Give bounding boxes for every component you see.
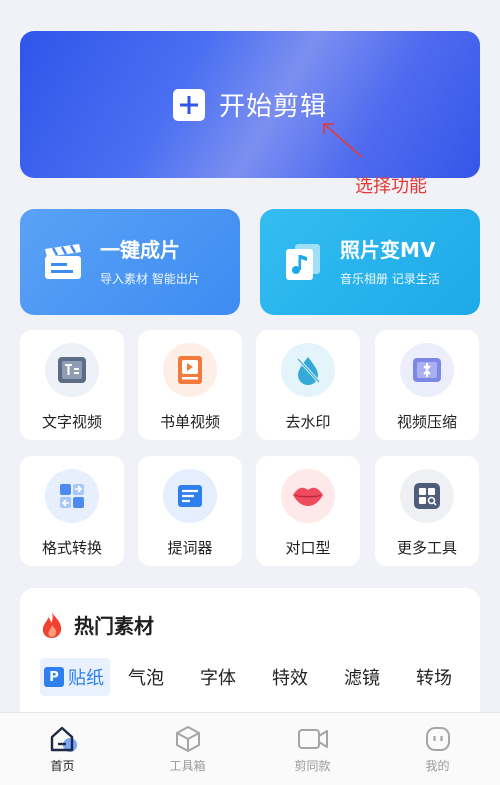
nav-label: 首页 bbox=[50, 759, 75, 773]
tool-label: 文字视频 bbox=[41, 413, 102, 431]
hot-materials-header: 热门素材 bbox=[40, 610, 154, 639]
tool-label: 对口型 bbox=[285, 539, 331, 557]
tool-remove-watermark[interactable]: 去水印 bbox=[256, 330, 360, 440]
lips-icon bbox=[281, 469, 335, 523]
tab-stickers[interactable]: P 贴纸 bbox=[40, 658, 110, 696]
tab-transitions[interactable]: 转场 bbox=[416, 664, 452, 690]
plus-icon bbox=[172, 88, 205, 121]
book-video-icon bbox=[163, 343, 217, 397]
video-camera-icon bbox=[297, 729, 328, 749]
tab-label: 贴纸 bbox=[68, 668, 104, 689]
hot-materials-title: 热门素材 bbox=[74, 614, 154, 638]
tool-video-compress[interactable]: 视频压缩 bbox=[375, 330, 479, 440]
tool-format-convert[interactable]: 格式转换 bbox=[20, 456, 124, 566]
nav-label: 剪同款 bbox=[294, 759, 331, 773]
nav-home[interactable]: 首页 bbox=[0, 713, 125, 785]
nav-toolbox[interactable]: 工具箱 bbox=[125, 713, 250, 785]
profile-icon bbox=[425, 727, 450, 751]
tool-label: 视频压缩 bbox=[396, 413, 457, 431]
nav-profile[interactable]: 我的 bbox=[375, 713, 500, 785]
toolbox-icon bbox=[175, 726, 200, 752]
teleprompter-icon bbox=[163, 469, 217, 523]
feature-title: 一键成片 bbox=[100, 237, 180, 262]
hero-title: 开始剪辑 bbox=[218, 92, 327, 122]
more-tools-icon bbox=[400, 469, 454, 523]
feature-subtitle: 导入素材 智能出片 bbox=[100, 271, 200, 286]
tool-lip-sync[interactable]: 对口型 bbox=[256, 456, 360, 566]
annotation-text: 选择功能 bbox=[355, 176, 427, 197]
music-photo-icon bbox=[286, 244, 320, 280]
hot-materials-section: 热门素材 P 贴纸 气泡 字体 特效 滤镜 转场 bbox=[20, 588, 480, 728]
tool-label: 去水印 bbox=[285, 413, 331, 431]
annotation-arrow-icon bbox=[323, 123, 363, 158]
tool-label: 提词器 bbox=[167, 539, 213, 557]
tab-fonts[interactable]: 字体 bbox=[200, 664, 236, 690]
tool-label: 书单视频 bbox=[159, 413, 220, 431]
tab-effects[interactable]: 特效 bbox=[272, 664, 308, 690]
tool-book-video[interactable]: 书单视频 bbox=[138, 330, 242, 440]
tool-teleprompter[interactable]: 提词器 bbox=[138, 456, 242, 566]
hero-content: 开始剪辑 bbox=[172, 86, 327, 123]
tool-text-video[interactable]: 文字视频 bbox=[20, 330, 124, 440]
feature-title: 照片变MV bbox=[340, 237, 436, 262]
home-icon bbox=[50, 726, 77, 752]
compress-icon bbox=[400, 343, 454, 397]
text-video-icon bbox=[45, 343, 99, 397]
photo-to-mv-card[interactable]: 照片变MV 音乐相册 记录生活 bbox=[260, 209, 480, 315]
tool-more-tools[interactable]: 更多工具 bbox=[375, 456, 479, 566]
tool-label: 更多工具 bbox=[396, 539, 457, 557]
one-click-video-card[interactable]: 一键成片 导入素材 智能出片 bbox=[20, 209, 240, 315]
clapperboard-icon bbox=[45, 244, 81, 279]
flame-icon bbox=[42, 611, 62, 638]
watermark-remove-icon bbox=[281, 343, 335, 397]
bottom-nav: 首页 工具箱 剪同款 我的 bbox=[0, 712, 500, 785]
sticker-icon: P bbox=[44, 667, 64, 687]
material-tabs: P 贴纸 气泡 字体 特效 滤镜 转场 bbox=[40, 658, 460, 696]
nav-templates[interactable]: 剪同款 bbox=[250, 713, 375, 785]
nav-label: 我的 bbox=[425, 759, 450, 773]
tab-filters[interactable]: 滤镜 bbox=[344, 664, 380, 690]
start-editing-button[interactable]: 开始剪辑 bbox=[20, 31, 480, 178]
feature-subtitle: 音乐相册 记录生活 bbox=[340, 271, 440, 286]
format-convert-icon bbox=[45, 469, 99, 523]
tool-label: 格式转换 bbox=[41, 539, 102, 557]
tab-bubbles[interactable]: 气泡 bbox=[128, 664, 164, 690]
nav-label: 工具箱 bbox=[169, 759, 206, 773]
